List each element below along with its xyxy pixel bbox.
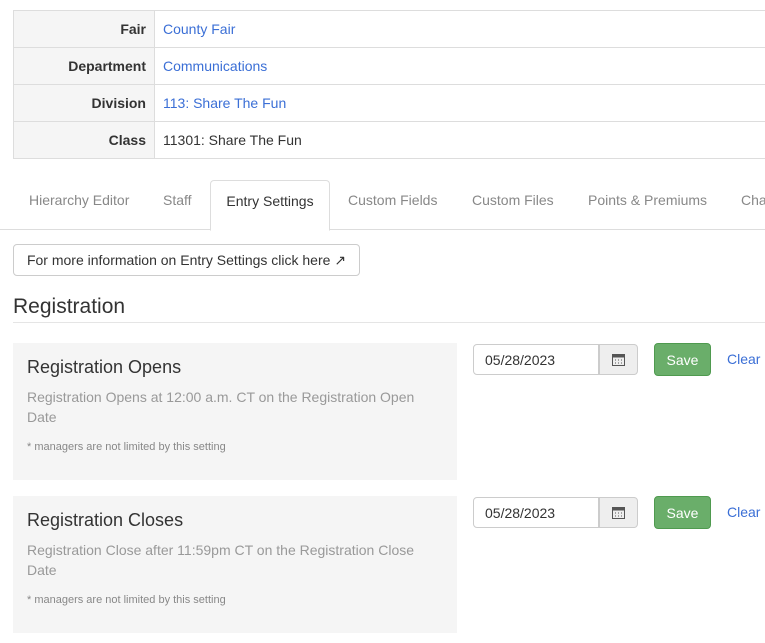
row-label: Department — [13, 47, 155, 85]
save-button[interactable]: Save — [654, 343, 711, 376]
tab-bar: Hierarchy Editor Staff Entry Settings Cu… — [0, 180, 765, 231]
registration-opens-panel: Registration Opens Registration Opens at… — [13, 343, 457, 480]
registration-closes-date-input[interactable] — [473, 497, 599, 528]
entry-settings-info-button[interactable]: For more information on Entry Settings c… — [13, 244, 360, 276]
divider — [13, 322, 765, 323]
department-link[interactable]: Communications — [163, 58, 267, 74]
setting-title: Registration Opens — [27, 357, 182, 377]
table-row: Division 113: Share The Fun — [13, 84, 765, 122]
tab-entry-settings[interactable]: Entry Settings — [210, 180, 330, 231]
calendar-icon[interactable] — [599, 497, 638, 528]
setting-description: Registration Close after 11:59pm CT on t… — [27, 542, 415, 578]
row-label: Class — [13, 121, 155, 159]
registration-opens-date-input[interactable] — [473, 344, 599, 375]
setting-description: Registration Opens at 12:00 a.m. CT on t… — [27, 389, 415, 425]
tab-points-premiums[interactable]: Points & Premiums — [588, 180, 707, 229]
setting-note: * managers are not limited by this setti… — [27, 441, 226, 453]
info-button-label: For more information on Entry Settings c… — [26, 251, 331, 268]
section-title: Registration — [13, 295, 126, 318]
tab-cha[interactable]: Cha — [741, 180, 765, 229]
setting-title: Registration Closes — [27, 510, 184, 530]
tab-custom-fields[interactable]: Custom Fields — [348, 180, 437, 229]
row-label: Division — [13, 84, 155, 122]
external-link-icon: ↗ — [334, 251, 347, 268]
table-row: Fair County Fair — [13, 10, 765, 48]
tab-custom-files[interactable]: Custom Files — [472, 180, 554, 229]
tab-hierarchy-editor[interactable]: Hierarchy Editor — [29, 180, 129, 229]
division-link[interactable]: 113: Share The Fun — [163, 95, 286, 111]
table-row: Department Communications — [13, 47, 765, 85]
table-row: Class 11301: Share The Fun — [13, 121, 765, 159]
tab-staff[interactable]: Staff — [163, 180, 192, 229]
save-button[interactable]: Save — [654, 496, 711, 529]
row-label: Fair — [13, 10, 155, 48]
setting-note: * managers are not limited by this setti… — [27, 594, 226, 606]
class-value: 11301: Share The Fun — [154, 121, 765, 159]
registration-closes-panel: Registration Closes Registration Close a… — [13, 496, 457, 633]
calendar-icon[interactable] — [599, 344, 638, 375]
clear-link[interactable]: Clear — [727, 343, 760, 376]
fair-link[interactable]: County Fair — [163, 21, 235, 37]
clear-link[interactable]: Clear — [727, 496, 760, 529]
hierarchy-info-table: Fair County Fair Department Communications… — [13, 10, 765, 159]
